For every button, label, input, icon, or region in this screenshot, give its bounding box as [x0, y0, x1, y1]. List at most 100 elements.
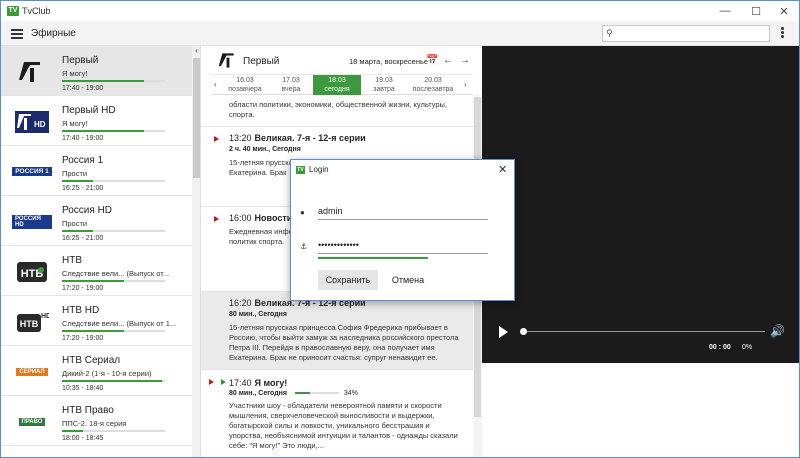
cancel-button[interactable]: Отмена: [383, 270, 433, 290]
live-play-icon[interactable]: [221, 379, 226, 385]
play-icon[interactable]: [214, 136, 219, 142]
channel-logo-icon: СЕРИАЛ: [12, 359, 52, 384]
app-toolbar: Эфирные ⚲: [1, 21, 799, 46]
day-tab[interactable]: 19.03 завтра: [360, 75, 408, 95]
title-bar: TV TvClub — ☐ ✕: [1, 1, 799, 21]
password-field[interactable]: [318, 240, 488, 254]
channel-progress-bar: [62, 130, 165, 132]
program-progress-percent: 34%: [343, 390, 358, 397]
volume-icon[interactable]: 🔊: [770, 324, 785, 338]
maximize-icon[interactable]: ☐: [741, 1, 771, 21]
chevron-right-icon[interactable]: ›: [464, 80, 467, 89]
close-icon[interactable]: ✕: [769, 1, 799, 21]
channel-list-scrollbar[interactable]: ‹: [192, 46, 200, 457]
arrow-right-icon[interactable]: →: [460, 55, 470, 66]
channel-time: 18:00 - 18:45: [62, 435, 104, 442]
channel-time: 16:25 - 21:00: [62, 235, 104, 242]
channel-time: 17:40 - 19:00: [62, 85, 104, 92]
video-player: 🔊 00 : 00 0%: [482, 46, 799, 457]
close-icon[interactable]: ✕: [498, 163, 507, 176]
save-button[interactable]: Сохранить: [318, 270, 378, 290]
channel-item[interactable]: СЕРИАЛ НТВ Сериал Дикий-2 (1-я - 10-я се…: [1, 346, 192, 396]
channel-item[interactable]: ПРАВО НТВ Право ППС-2. 18-я серия 18:00 …: [1, 396, 192, 446]
play-icon[interactable]: [209, 379, 214, 385]
program-entry[interactable]: 17:40 Я могу! 80 мин., Сегодня 34% Участн…: [201, 370, 473, 457]
program-time: 16:00: [229, 213, 252, 223]
program-entry[interactable]: области политики, экономики, общественно…: [201, 96, 473, 127]
program-time: 13:20: [229, 133, 252, 143]
channel-item[interactable]: НТВ НТВ Следствие вели... (Выпуск от... …: [1, 246, 192, 296]
channel-progress-bar: [62, 330, 165, 332]
more-options-icon[interactable]: [781, 27, 785, 41]
channel-program: Следствие вели... (Выпуск от...: [62, 269, 170, 278]
channel-time: 10:35 - 18:40: [62, 385, 104, 392]
channel-logo-icon: HD: [12, 109, 52, 134]
channel-progress-bar: [62, 380, 165, 382]
day-selector: ‹ 16.03 позавчера 17.03 вчера 18.03 сегодня…: [211, 74, 473, 95]
login-dialog: TV Login ✕ ● ⚓ Сохранить Отмена: [290, 159, 515, 301]
channel-item[interactable]: Первый Я могу! 17:40 - 19:00: [1, 46, 192, 96]
channel-name: Первый HD: [62, 105, 116, 116]
channel-time: 17:20 - 19:00: [62, 285, 104, 292]
channel-logo-icon: ПРАВО: [12, 409, 52, 434]
channel-item[interactable]: РОССИЯ 1 Россия 1 Прости 16:25 - 21:00: [1, 146, 192, 196]
channel-progress-bar: [62, 80, 165, 82]
arrow-left-icon[interactable]: ←: [443, 55, 453, 66]
channel-program: ППС-2. 18-я серия: [62, 419, 127, 428]
username-input[interactable]: [318, 206, 486, 216]
password-input[interactable]: [318, 240, 486, 250]
day-tab[interactable]: 20.03 послезавтра: [409, 75, 457, 95]
search-icon: ⚲: [606, 28, 613, 38]
program-guide-header: Первый 18 марта, воскресенье 📅 ← →: [201, 46, 482, 74]
window-title: TvClub: [22, 6, 51, 16]
channel-progress-bar: [62, 180, 165, 182]
svg-text:HD: HD: [34, 120, 46, 129]
username-field[interactable]: [318, 206, 488, 220]
channel-logo-icon: [12, 59, 52, 84]
channel-time: 16:25 - 21:00: [62, 185, 104, 192]
svg-text:HD: HD: [41, 313, 49, 320]
calendar-icon[interactable]: 📅: [426, 55, 438, 66]
channel-item[interactable]: HD Первый HD Я могу! 17:40 - 19:00: [1, 96, 192, 146]
seek-bar[interactable]: [522, 331, 765, 332]
program-date: 18 марта, воскресенье: [349, 57, 429, 66]
program-description: 15-летняя прусская принцесса София Фреде…: [229, 323, 459, 362]
day-tab[interactable]: 17.03 вчера: [267, 75, 315, 95]
channel-name: Россия 1: [62, 155, 104, 166]
player-time: 00 : 00: [709, 344, 731, 351]
channel-progress-bar: [62, 280, 165, 282]
channel-program: Прости: [62, 169, 88, 178]
channel-item[interactable]: НТВHD НТВ HD Следствие вели... (Выпуск о…: [1, 296, 192, 346]
program-title: Я могу!: [254, 378, 288, 388]
collapse-left-icon[interactable]: ‹: [192, 46, 200, 56]
channel-progress-bar: [62, 430, 165, 432]
day-tab[interactable]: 16.03 позавчера: [221, 75, 269, 95]
program-duration: 80 мин., Сегодня 34%: [229, 390, 358, 397]
key-icon: ⚓: [300, 242, 308, 251]
hamburger-menu-icon[interactable]: [11, 29, 23, 39]
play-icon[interactable]: [499, 326, 508, 338]
program-title: Новости: [254, 213, 293, 223]
chevron-left-icon[interactable]: ‹: [214, 80, 217, 89]
search-input[interactable]: ⚲: [602, 25, 770, 42]
channel-program: Прости: [62, 219, 88, 228]
svg-text:НТВ: НТВ: [20, 319, 39, 329]
channel-logo-icon: РОССИЯ HD: [12, 209, 52, 234]
password-focus-underline: [318, 257, 428, 259]
program-time: 17:40: [229, 378, 252, 388]
program-duration: 2 ч. 40 мин., Сегодня: [229, 146, 301, 153]
channel-item[interactable]: РОССИЯ HD Россия HD Прости 16:25 - 21:00: [1, 196, 192, 246]
seek-handle[interactable]: [520, 328, 527, 335]
channel-logo-icon: НТВHD: [12, 309, 52, 334]
program-entry-selected[interactable]: 16:20 Великая. 7-я - 12-я серии 80 мин., …: [201, 292, 473, 370]
play-icon[interactable]: [214, 216, 219, 222]
user-icon: ●: [300, 208, 305, 217]
program-description: Участники шоу - обладатели невероятной п…: [229, 401, 458, 450]
player-percent: 0%: [742, 344, 753, 351]
scrollbar-thumb[interactable]: [193, 58, 200, 178]
day-tab-selected[interactable]: 18.03 сегодня: [313, 75, 361, 95]
channel-program: Следствие вели... (Выпуск от 1...: [62, 319, 177, 328]
minimize-icon[interactable]: —: [710, 1, 740, 21]
channel-program: Дикий-2 (1-я - 10-я серии): [62, 369, 152, 378]
channel-list: Первый Я могу! 17:40 - 19:00 HD Первый H…: [1, 46, 201, 457]
